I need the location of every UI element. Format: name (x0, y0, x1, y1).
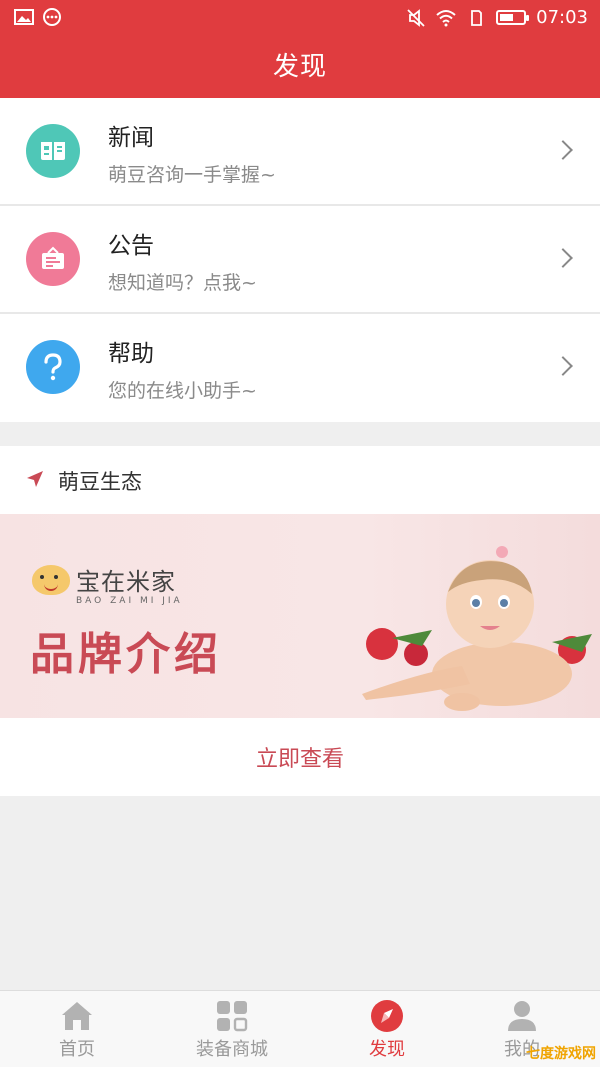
tab-discover[interactable]: 发现 (327, 999, 447, 1061)
view-now-button[interactable]: 立即查看 (0, 718, 600, 796)
list-item-subtitle: 想知道吗？点我~ (108, 272, 257, 294)
brand-subtitle: BAO ZAI MI JIA (76, 596, 183, 606)
chevron-right-icon (553, 140, 573, 160)
list-item-title: 新闻 (108, 125, 154, 151)
baby-photo (362, 546, 592, 711)
home-icon (60, 999, 94, 1033)
brand-logo: 宝在米家 (32, 562, 176, 597)
mute-icon (407, 8, 425, 27)
brand-name: 宝在米家 (76, 568, 176, 596)
sim-icon (471, 9, 483, 26)
app-header: 07:03 发现 (0, 0, 600, 98)
list-item-subtitle: 萌豆咨询一手掌握~ (108, 164, 276, 186)
ecology-label: 萌豆生态 (58, 470, 142, 494)
status-bar: 07:03 (0, 0, 600, 36)
list-item-notice[interactable]: 公告 想知道吗？点我~ (0, 206, 600, 314)
list-item-title: 帮助 (108, 341, 154, 367)
compass-icon (370, 999, 404, 1033)
brand-intro-heading: 品牌介绍 (30, 629, 222, 680)
person-icon (505, 999, 539, 1033)
ecology-header: 萌豆生态 (0, 446, 600, 514)
tab-home[interactable]: 首页 (17, 999, 137, 1061)
site-watermark: 七度游戏网 (526, 1046, 596, 1062)
list-item-news[interactable]: 新闻 萌豆咨询一手掌握~ (0, 98, 600, 206)
chevron-right-icon (553, 248, 573, 268)
notice-icon (26, 232, 80, 286)
chevron-right-icon (553, 356, 573, 376)
tab-equipment-mall[interactable]: 装备商城 (172, 999, 292, 1061)
list-item-subtitle: 您的在线小助手~ (108, 380, 257, 402)
tab-label: 装备商城 (196, 1039, 268, 1060)
help-icon (26, 340, 80, 394)
tab-label: 首页 (59, 1039, 95, 1060)
list-item-help[interactable]: 帮助 您的在线小助手~ (0, 314, 600, 422)
wifi-icon (436, 9, 456, 26)
image-notification-icon (14, 9, 34, 25)
brand-mascot-icon (32, 564, 70, 595)
more-notification-icon (43, 8, 61, 26)
grid-icon (215, 999, 249, 1033)
status-time: 07:03 (536, 7, 588, 28)
battery-icon (496, 10, 530, 25)
bottom-tab-bar: 首页 装备商城 发现 我的 七度游戏网 (0, 990, 600, 1067)
news-icon (26, 124, 80, 178)
list-item-title: 公告 (108, 233, 154, 259)
page-title: 发现 (272, 52, 327, 82)
discover-list: 新闻 萌豆咨询一手掌握~ 公告 想知道吗？点我~ 帮助 您的在线小助手~ (0, 98, 600, 422)
navigation-arrow-icon (27, 471, 43, 487)
brand-banner[interactable]: 宝在米家 BAO ZAI MI JIA 品牌介绍 (0, 514, 600, 718)
tab-label: 发现 (369, 1039, 405, 1060)
